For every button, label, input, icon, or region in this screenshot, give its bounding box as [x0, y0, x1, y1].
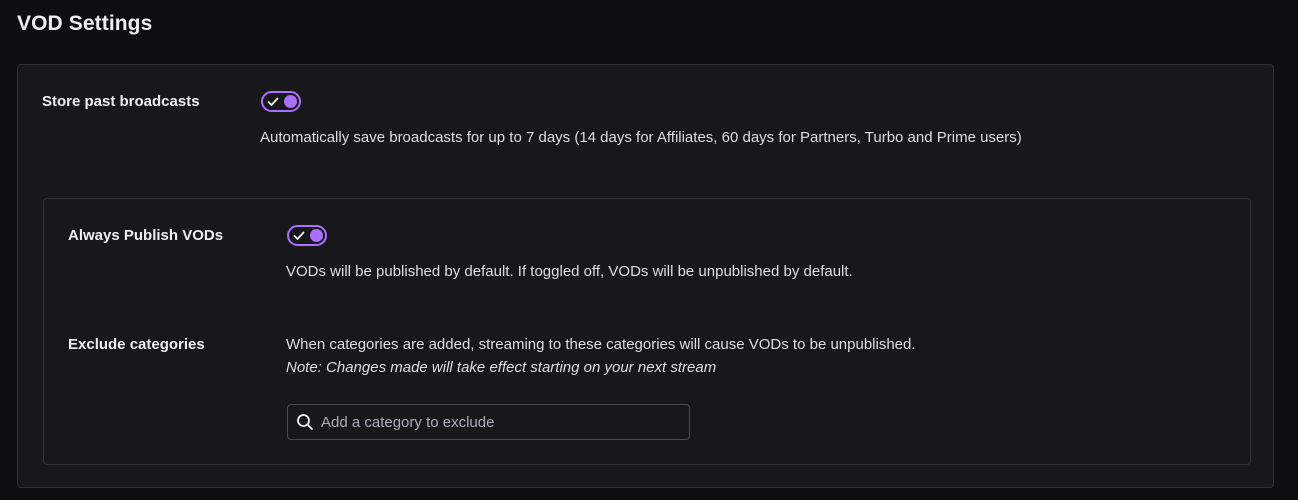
- page-title: VOD Settings: [17, 12, 153, 35]
- store-past-broadcasts-toggle[interactable]: [261, 91, 301, 112]
- store-past-broadcasts-description: Automatically save broadcasts for up to …: [260, 129, 1022, 146]
- vod-settings-panel: Store past broadcasts Automatically save…: [17, 64, 1274, 488]
- store-past-broadcasts-label: Store past broadcasts: [42, 93, 200, 110]
- always-publish-vods-toggle[interactable]: [287, 225, 327, 246]
- checkmark-icon: [267, 97, 279, 106]
- publish-settings-panel: Always Publish VODs VODs will be publish…: [43, 198, 1251, 465]
- search-icon: [297, 414, 313, 430]
- exclude-categories-description: When categories are added, streaming to …: [286, 336, 916, 353]
- checkmark-icon: [293, 231, 305, 240]
- exclude-categories-note: Note: Changes made will take effect star…: [286, 359, 717, 376]
- exclude-categories-label: Exclude categories: [68, 336, 205, 353]
- exclude-category-input[interactable]: [321, 405, 681, 439]
- toggle-knob: [284, 95, 297, 108]
- toggle-knob: [310, 229, 323, 242]
- always-publish-vods-label: Always Publish VODs: [68, 227, 224, 244]
- always-publish-vods-description: VODs will be published by default. If to…: [286, 263, 853, 280]
- exclude-category-search[interactable]: [287, 404, 690, 440]
